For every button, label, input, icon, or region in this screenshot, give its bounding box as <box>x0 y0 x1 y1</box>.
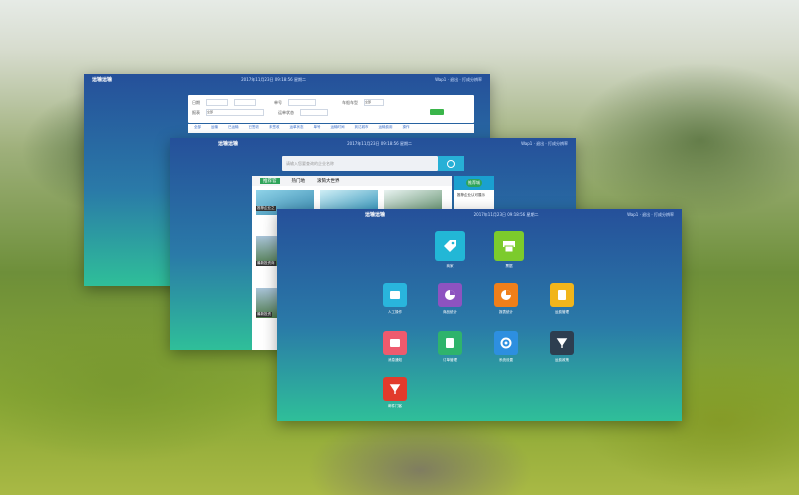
app-manual[interactable]: 人工操作 <box>380 283 410 315</box>
app-title: 运输运输 <box>218 141 239 147</box>
status-label: 运单状态 <box>278 109 294 115</box>
col-header[interactable]: 运输时间 <box>331 125 345 132</box>
pie-icon <box>438 283 462 307</box>
user-links[interactable]: Wap1 · 退出 · 打成分辨率 <box>521 141 568 147</box>
tab-popular[interactable]: 热门地 <box>292 178 306 184</box>
app-settings[interactable]: 系统设置 <box>491 331 521 363</box>
app-label: 系统设置 <box>499 358 513 362</box>
app-label: 订单管理 <box>443 358 457 362</box>
status-input[interactable] <box>300 109 328 116</box>
filter-row-2: 报表 全部 运单状态 <box>192 109 328 116</box>
col-header[interactable]: 全部 <box>194 125 201 132</box>
app-launcher-window: 运输运输 2017年11月23日 09:18:56 星期二 Wap1 · 退出 … <box>277 209 682 421</box>
app-policy[interactable]: 运费政策 <box>547 331 577 363</box>
order-no-input[interactable] <box>288 99 316 106</box>
app-messages[interactable]: 消息通知 <box>380 331 410 363</box>
app-label: 消息通知 <box>388 358 402 362</box>
side-text: 推荐企业认可展示 <box>457 193 485 197</box>
side-badge: 推荐城 <box>466 179 482 187</box>
app-title: 运输运输 <box>365 212 386 218</box>
app-merchant[interactable]: 商家 <box>435 231 465 269</box>
window-topbar: 运输运输 2017年11月23日 09:18:56 星期二 Wap1 · 退出 … <box>277 209 682 220</box>
window-topbar: 运输运输 2017年11月23日 09:18:56 星期二 Wap1 · 退出 … <box>170 138 576 149</box>
col-header[interactable]: 操作 <box>403 125 410 132</box>
app-mail[interactable]: 邮件门客 <box>380 377 410 409</box>
image-caption: 推荐企业之 <box>256 206 276 211</box>
col-header[interactable]: 已签收 <box>249 125 260 132</box>
tab-recommended[interactable]: 推荐官 <box>260 178 280 184</box>
app-ticket[interactable]: 票据 <box>494 231 524 269</box>
order-no-label: 单号 <box>274 99 282 105</box>
shield-icon <box>550 331 574 355</box>
app-label: 商家 <box>446 264 454 268</box>
image-caption: 最新投资商 <box>256 261 276 266</box>
app-freight[interactable]: 运费管理 <box>547 283 577 315</box>
datetime: 2017年11月23日 09:18:56 星期二 <box>473 211 539 217</box>
col-header[interactable]: 未签收 <box>269 125 280 132</box>
app-title: 运输运输 <box>92 77 113 83</box>
app-label: 邮件门客 <box>388 404 402 408</box>
gear-icon <box>494 331 518 355</box>
category-tabs: 推荐官 热门地 滚筒大世界 <box>252 176 452 186</box>
filter-row-1: 日期 单号 车船车型 全部 <box>192 99 384 106</box>
app-label: 票据 <box>505 264 513 268</box>
pie-icon <box>494 283 518 307</box>
datetime: 2017年11月23日 09:18:56 星期二 <box>241 76 306 82</box>
date-label: 日期 <box>192 99 200 105</box>
start-date-input[interactable] <box>206 99 228 106</box>
result-table-header: 全部 运输 已运输 已签收 未签收 运单状态 单号 运输时间 到达城市 运输费用… <box>188 124 474 133</box>
app-orders[interactable]: 订单管理 <box>435 331 465 363</box>
document-icon <box>550 283 574 307</box>
col-header[interactable]: 到达城市 <box>355 125 369 132</box>
app-report-stats[interactable]: 报表统计 <box>491 283 521 315</box>
app-label: 人工操作 <box>388 310 402 314</box>
app-label: 运费政策 <box>555 358 569 362</box>
datetime: 2017年11月23日 09:18:56 星期二 <box>347 140 412 146</box>
col-header[interactable]: 运单状态 <box>290 125 304 132</box>
app-goods-stats[interactable]: 商品统计 <box>435 283 465 315</box>
col-header[interactable]: 已运输 <box>228 125 239 132</box>
end-date-input[interactable] <box>234 99 256 106</box>
user-links[interactable]: Wap1 · 退出 · 打成分辨率 <box>627 212 674 218</box>
report-label: 报表 <box>192 109 200 115</box>
col-header[interactable]: 运输费用 <box>379 125 393 132</box>
printer-icon <box>494 231 524 261</box>
list-icon <box>438 331 462 355</box>
app-label: 商品统计 <box>443 310 457 314</box>
image-caption: 最新投资 <box>256 312 272 317</box>
app-label: 运费管理 <box>555 310 569 314</box>
search-button[interactable] <box>438 156 464 171</box>
vehicle-label: 车船车型 <box>342 99 358 105</box>
col-header[interactable]: 单号 <box>314 125 321 132</box>
col-header[interactable]: 运输 <box>211 125 218 132</box>
search-input[interactable]: 请输入您要查询的企业名称 <box>282 156 438 171</box>
user-links[interactable]: Wap1 · 退出 · 打成分辨率 <box>435 77 482 83</box>
report-select[interactable]: 全部 <box>206 109 264 116</box>
card-icon <box>383 283 407 307</box>
tab-world[interactable]: 滚筒大世界 <box>317 178 340 184</box>
query-button[interactable] <box>430 109 444 115</box>
app-label: 报表统计 <box>499 310 513 314</box>
vehicle-select[interactable]: 全部 <box>364 99 384 106</box>
tag-icon <box>435 231 465 261</box>
message-icon <box>383 331 407 355</box>
search-icon <box>447 159 455 168</box>
shield-icon <box>383 377 407 401</box>
window-topbar: 运输运输 2017年11月23日 09:18:56 星期二 Wap1 · 退出 … <box>84 74 490 85</box>
